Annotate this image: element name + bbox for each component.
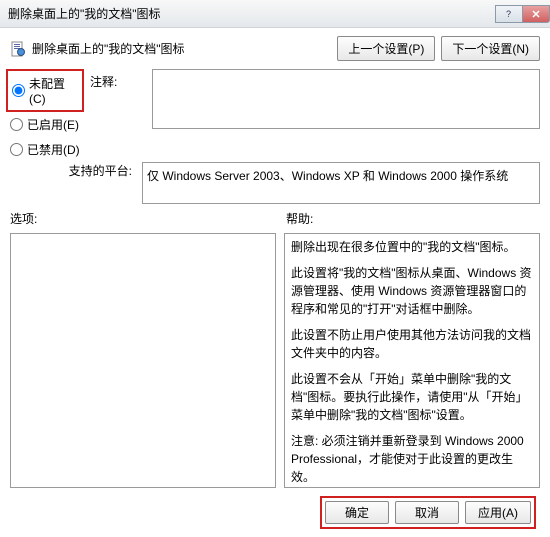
highlight-box-footer: 确定 取消 应用(A) bbox=[320, 496, 536, 529]
footer: 确定 取消 应用(A) bbox=[10, 496, 540, 529]
platform-text: 仅 Windows Server 2003、Windows XP 和 Windo… bbox=[142, 162, 540, 204]
radio-not-configured-input[interactable] bbox=[12, 84, 25, 97]
help-icon: ? bbox=[504, 9, 514, 19]
content: 删除桌面上的"我的文档"图标 上一个设置(P) 下一个设置(N) 未配置(C) … bbox=[0, 28, 550, 537]
ok-button[interactable]: 确定 bbox=[325, 501, 389, 524]
header-row: 删除桌面上的"我的文档"图标 上一个设置(P) 下一个设置(N) bbox=[10, 36, 540, 61]
svg-text:?: ? bbox=[506, 9, 511, 19]
help-p5: 注意: 必须注销并重新登录到 Windows 2000 Professional… bbox=[291, 432, 533, 486]
main-labels: 选项: 帮助: bbox=[10, 210, 540, 227]
radio-enabled[interactable]: 已启用(E) bbox=[10, 116, 80, 133]
help-p3: 此设置不防止用户使用其他方法访问我的文档文件夹中的内容。 bbox=[291, 326, 533, 362]
options-pane bbox=[10, 233, 276, 488]
help-label: 帮助: bbox=[286, 210, 313, 227]
label-col: 注释: bbox=[90, 69, 142, 90]
page-title: 删除桌面上的"我的文档"图标 bbox=[32, 40, 185, 57]
radio-not-configured[interactable]: 未配置(C) bbox=[12, 75, 78, 106]
cancel-button[interactable]: 取消 bbox=[395, 501, 459, 524]
radio-enabled-label: 已启用(E) bbox=[27, 116, 79, 133]
radio-disabled[interactable]: 已禁用(D) bbox=[10, 141, 80, 158]
window-title: 删除桌面上的"我的文档"图标 bbox=[8, 5, 161, 22]
help-button[interactable]: ? bbox=[495, 5, 523, 23]
options-label: 选项: bbox=[10, 210, 286, 227]
radio-disabled-label: 已禁用(D) bbox=[27, 141, 80, 158]
apply-button[interactable]: 应用(A) bbox=[465, 501, 531, 524]
options-row: 未配置(C) 已启用(E) 已禁用(D) 注释: bbox=[10, 69, 540, 158]
help-p1: 删除出现在很多位置中的"我的文档"图标。 bbox=[291, 238, 533, 256]
next-setting-button[interactable]: 下一个设置(N) bbox=[441, 36, 540, 61]
highlight-box-radio: 未配置(C) bbox=[6, 69, 84, 112]
platform-label: 支持的平台: bbox=[10, 162, 132, 179]
radio-disabled-input[interactable] bbox=[10, 143, 23, 156]
platform-row: 支持的平台: 仅 Windows Server 2003、Windows XP … bbox=[10, 162, 540, 204]
help-pane: 删除出现在很多位置中的"我的文档"图标。 此设置将"我的文档"图标从桌面、Win… bbox=[284, 233, 540, 488]
prev-setting-button[interactable]: 上一个设置(P) bbox=[337, 36, 435, 61]
help-p4: 此设置不会从「开始」菜单中删除"我的文档"图标。要执行此操作，请使用"从「开始」… bbox=[291, 370, 533, 424]
titlebar: 删除桌面上的"我的文档"图标 ? bbox=[0, 0, 550, 28]
close-button[interactable] bbox=[522, 5, 550, 23]
header-left: 删除桌面上的"我的文档"图标 bbox=[10, 40, 185, 57]
close-icon bbox=[531, 9, 541, 19]
radio-group: 未配置(C) 已启用(E) 已禁用(D) bbox=[10, 69, 80, 158]
comment-label: 注释: bbox=[90, 73, 142, 90]
radio-enabled-input[interactable] bbox=[10, 118, 23, 131]
help-p2: 此设置将"我的文档"图标从桌面、Windows 资源管理器、使用 Windows… bbox=[291, 264, 533, 318]
window-controls: ? bbox=[496, 5, 550, 23]
radio-not-configured-label: 未配置(C) bbox=[29, 75, 78, 106]
comment-textarea[interactable] bbox=[152, 69, 540, 129]
main-area: 删除出现在很多位置中的"我的文档"图标。 此设置将"我的文档"图标从桌面、Win… bbox=[10, 233, 540, 488]
policy-icon bbox=[10, 41, 26, 57]
nav-buttons: 上一个设置(P) 下一个设置(N) bbox=[337, 36, 540, 61]
